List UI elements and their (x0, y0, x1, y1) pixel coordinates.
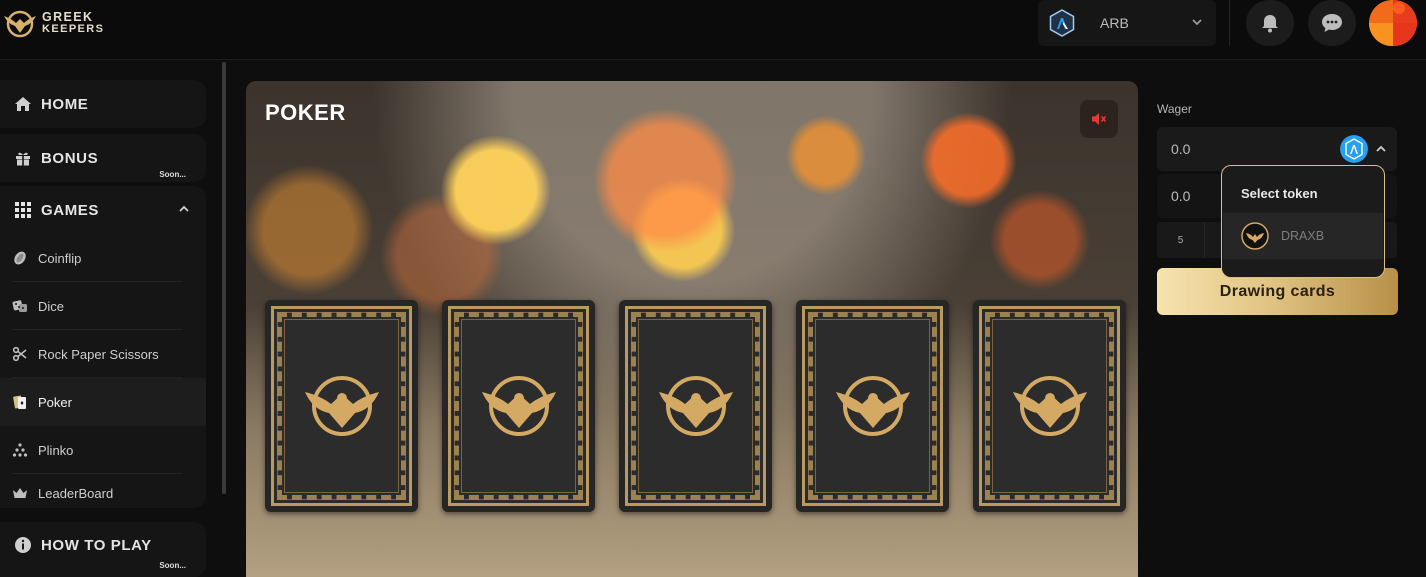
brand-line-1: GREEK (42, 10, 94, 24)
user-avatar-icon (1369, 0, 1417, 46)
plinko-label: Plinko (38, 442, 74, 458)
eagle-emblem-icon (1012, 376, 1087, 436)
sidebar-item-coinflip[interactable]: Coinflip (0, 234, 206, 282)
multiplier-option[interactable]: 5 (1157, 222, 1205, 258)
avatar[interactable] (1369, 0, 1417, 46)
mute-button[interactable] (1080, 100, 1118, 138)
rock-paper-scissors-label: Rock Paper Scissors (38, 346, 159, 362)
bonus-label: BONUS (41, 149, 99, 167)
eagle-emblem-icon (304, 376, 379, 436)
card-1[interactable] (265, 300, 418, 512)
home-label: HOME (41, 95, 89, 113)
pyramid-icon (12, 442, 28, 458)
poker-game-area: POKER (246, 81, 1138, 577)
bonus-soon-badge: Soon... (159, 170, 186, 179)
arbitrum-token-icon[interactable] (1340, 135, 1368, 163)
token-option-label: DRAXB (1281, 229, 1325, 243)
sidebar-item-home[interactable]: HOME (0, 80, 206, 128)
brand-name: GREEK KEEPERS (42, 11, 104, 35)
notifications-button[interactable] (1246, 0, 1294, 46)
how-to-play-soon-badge: Soon... (159, 561, 186, 570)
token-popup-title: Select token (1241, 186, 1318, 201)
info-icon (14, 536, 32, 554)
dice-icon (12, 298, 28, 314)
bonus-nav[interactable]: BONUS Soon... (0, 134, 206, 182)
eagle-logo-icon (4, 10, 36, 38)
game-title: POKER (265, 100, 346, 125)
gift-icon (14, 149, 32, 167)
card-2[interactable] (442, 300, 595, 512)
network-label: ARB (1100, 15, 1129, 31)
eagle-emblem-icon (481, 376, 556, 436)
poker-label: Poker (38, 394, 72, 410)
coinflip-label: Coinflip (38, 250, 82, 266)
network-selector[interactable]: ARB (1038, 0, 1216, 46)
how-to-play-nav[interactable]: HOW TO PLAY Soon... (0, 522, 206, 570)
card-back (979, 306, 1120, 506)
arbitrum-icon (1049, 9, 1075, 37)
sidebar-item-bonus[interactable]: BONUS Soon... (0, 134, 206, 182)
draxb-coin-icon (1241, 222, 1269, 250)
speaker-muted-icon (1092, 113, 1107, 125)
home-nav[interactable]: HOME (0, 80, 206, 128)
sidebar-item-rock-paper-scissors[interactable]: Rock Paper Scissors (0, 330, 206, 378)
token-select-popup: Select token DRAXB (1221, 165, 1385, 278)
sidebar-item-how-to-play[interactable]: HOW TO PLAY Soon... (0, 522, 206, 577)
chat-button[interactable] (1308, 0, 1356, 46)
card-row (265, 300, 1126, 512)
scissors-icon (12, 346, 28, 362)
bell-icon (1262, 15, 1278, 33)
wager-value: 0.0 (1171, 141, 1191, 157)
sidebar-games-group: GAMES Coinflip Dice Rock Paper Scissors (0, 186, 206, 508)
grid-icon (14, 201, 32, 219)
sidebar: HOME BONUS Soon... GAMES Coinflip Dice R… (0, 62, 226, 577)
games-label: GAMES (41, 201, 100, 219)
coin-icon (12, 250, 28, 266)
crown-icon (12, 485, 28, 501)
token-option-draxb[interactable]: DRAXB (1223, 213, 1383, 259)
wager-panel: Wager 0.0 0.0 5 Drawing cards (1140, 62, 1426, 577)
sidebar-scrollbar[interactable] (222, 62, 226, 494)
cards-icon (12, 394, 28, 410)
payout-value: 0.0 (1171, 188, 1191, 204)
card-back (625, 306, 766, 506)
top-bar: GREEK KEEPERS ARB (0, 0, 1426, 60)
sidebar-item-dice[interactable]: Dice (0, 282, 206, 330)
eagle-emblem-icon (835, 376, 910, 436)
card-back (271, 306, 412, 506)
brand-logo[interactable]: GREEK KEEPERS (2, 7, 104, 39)
wager-label: Wager (1157, 102, 1192, 116)
dice-label: Dice (38, 298, 65, 314)
header-divider (1229, 0, 1230, 46)
sidebar-item-leaderboard[interactable]: LeaderBoard (0, 474, 206, 512)
chevron-up-icon[interactable] (1375, 143, 1387, 155)
home-icon (14, 95, 32, 113)
card-4[interactable] (796, 300, 949, 512)
leaderboard-label: LeaderBoard (38, 485, 114, 501)
card-5[interactable] (973, 300, 1126, 512)
card-3[interactable] (619, 300, 772, 512)
chat-bubble-icon (1322, 14, 1342, 32)
brand-line-2: KEEPERS (42, 23, 105, 35)
chevron-down-icon (1192, 19, 1202, 26)
sidebar-item-poker[interactable]: Poker (0, 378, 206, 426)
card-back (448, 306, 589, 506)
how-to-play-label: HOW TO PLAY (41, 536, 152, 554)
eagle-emblem-icon (658, 376, 733, 436)
sidebar-item-plinko[interactable]: Plinko (0, 426, 206, 474)
card-back (802, 306, 943, 506)
games-nav[interactable]: GAMES (0, 186, 206, 234)
chevron-up-icon[interactable] (178, 203, 190, 215)
